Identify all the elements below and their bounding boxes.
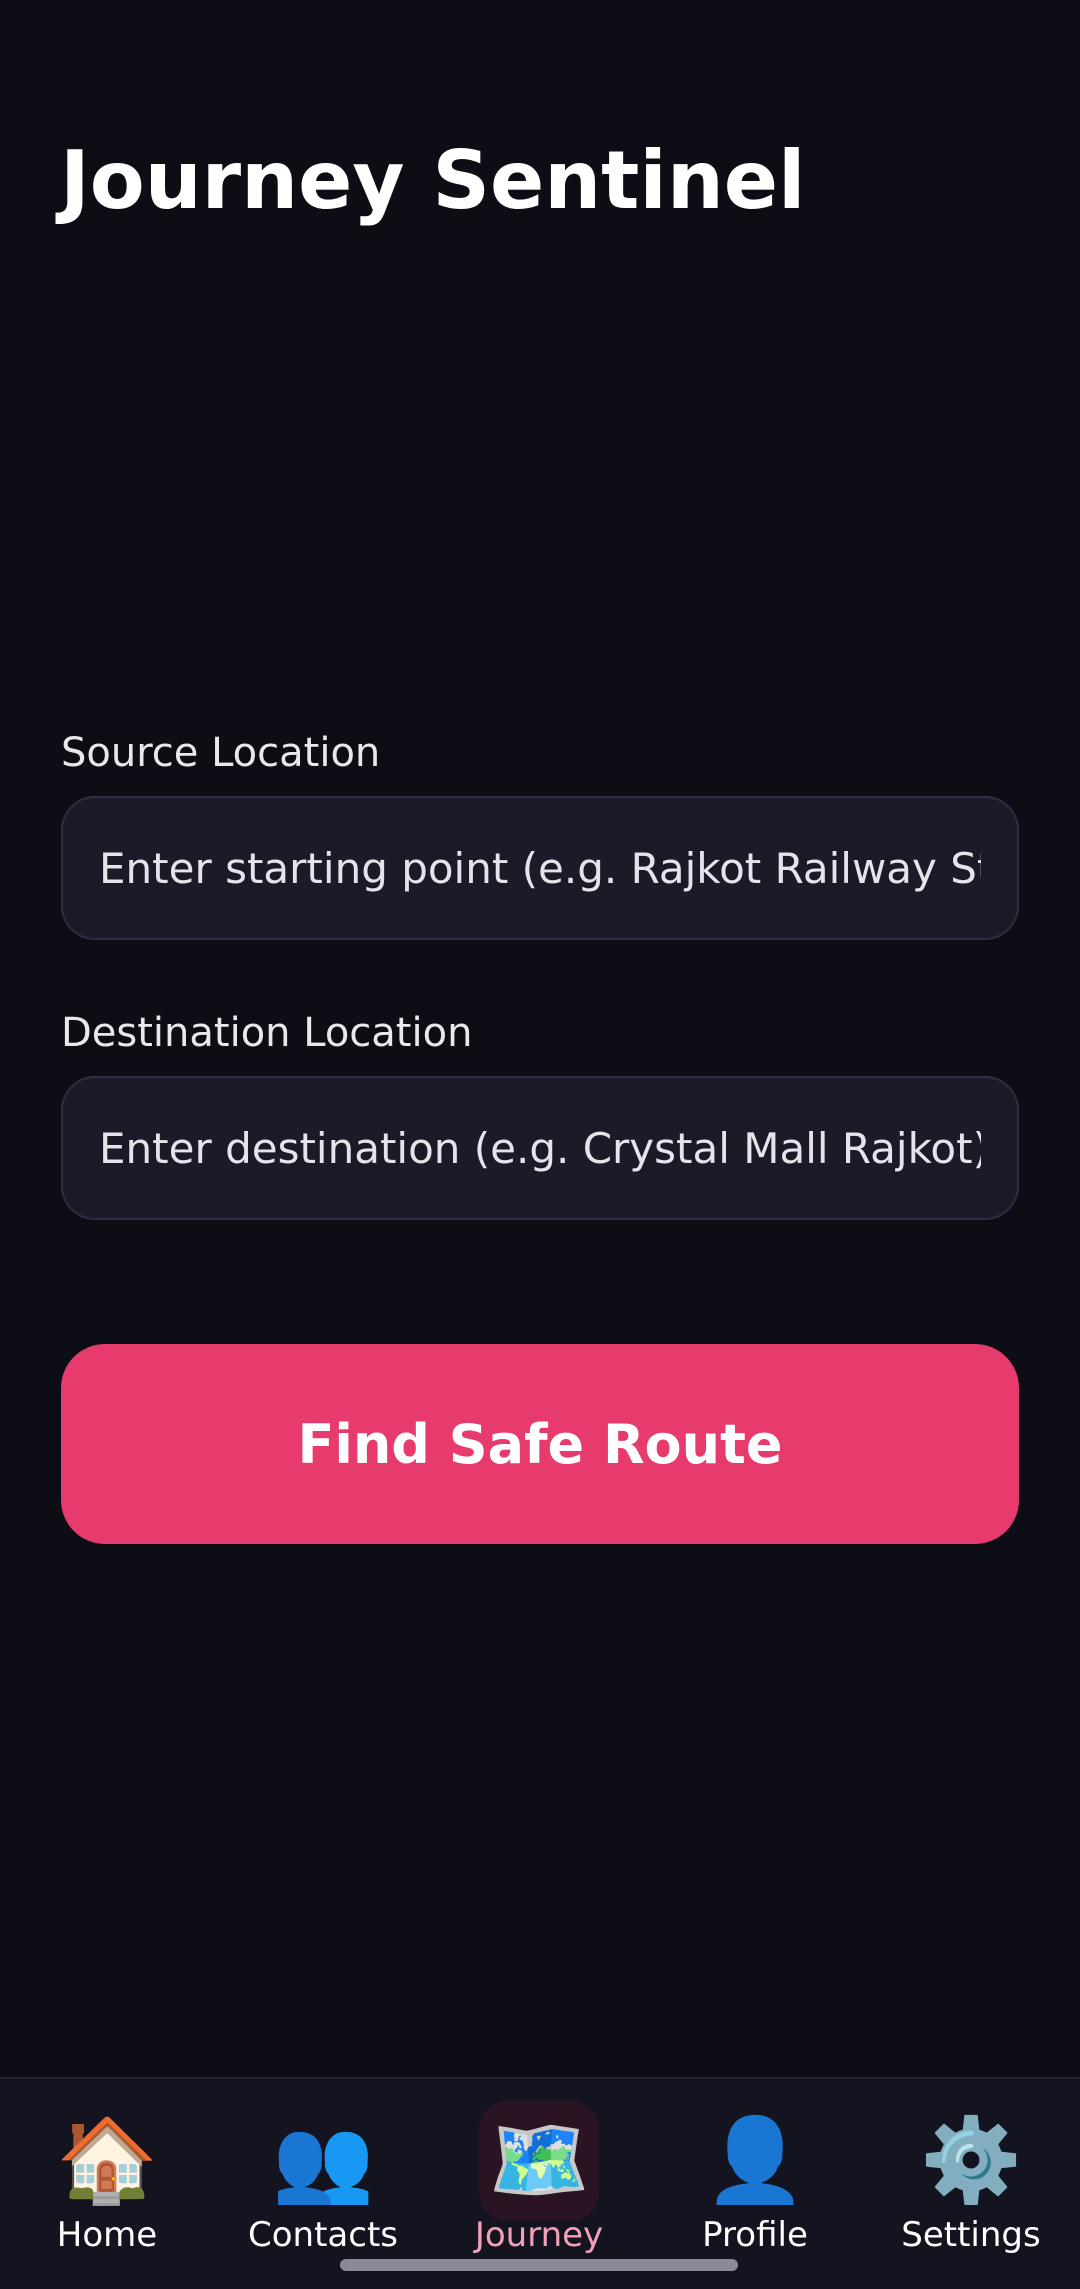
map-icon: 🗺️ [487, 2113, 591, 2208]
home-indicator[interactable] [340, 2259, 738, 2271]
tab-settings[interactable]: ⚙️ Settings [871, 2093, 1071, 2273]
person-icon: 👤 [703, 2113, 807, 2208]
tab-journey-icon-wrap: 🗺️ [479, 2101, 599, 2221]
people-icon: 👥 [271, 2113, 375, 2208]
destination-field-group: Destination Location [61, 1010, 1019, 1220]
tab-label-home: Home [56, 2215, 158, 2255]
destination-location-input[interactable] [61, 1076, 1019, 1220]
tab-home[interactable]: 🏠 Home [7, 2093, 207, 2273]
tab-label-journey: Journey [474, 2215, 604, 2255]
tab-profile[interactable]: 👤 Profile [655, 2093, 855, 2273]
tab-journey[interactable]: 🗺️ Journey [439, 2093, 639, 2273]
destination-location-label: Destination Location [61, 1010, 473, 1056]
page-title: Journey Sentinel [60, 133, 806, 227]
tab-contacts-icon-wrap: 👥 [263, 2101, 383, 2221]
tab-label-settings: Settings [901, 2215, 1041, 2255]
route-form: Source Location Destination Location [61, 730, 1019, 1220]
tab-profile-icon-wrap: 👤 [695, 2101, 815, 2221]
bottom-tab-bar: 🏠 Home 👥 Contacts 🗺️ Journey 👤 Profile ⚙… [0, 2077, 1080, 2289]
tab-label-contacts: Contacts [248, 2215, 398, 2255]
journey-screen: Journey Sentinel Source Location Destina… [0, 0, 1080, 2289]
tab-label-profile: Profile [702, 2215, 808, 2255]
house-icon: 🏠 [55, 2113, 159, 2208]
gear-icon: ⚙️ [919, 2113, 1023, 2208]
source-field-group: Source Location [61, 730, 1019, 940]
tab-home-icon-wrap: 🏠 [47, 2101, 167, 2221]
find-safe-route-button[interactable]: Find Safe Route [61, 1344, 1019, 1544]
source-location-input[interactable] [61, 796, 1019, 940]
tab-settings-icon-wrap: ⚙️ [911, 2101, 1031, 2221]
source-location-label: Source Location [61, 730, 381, 776]
tab-contacts[interactable]: 👥 Contacts [223, 2093, 423, 2273]
